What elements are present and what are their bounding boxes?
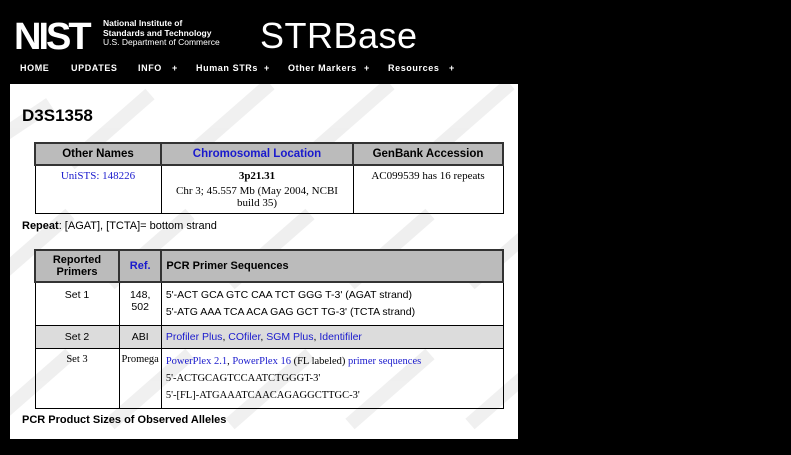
nist-logo[interactable]: NIST (14, 18, 98, 52)
nav-human-strs-plus-icon[interactable]: + (264, 63, 270, 73)
set1-ref: 148, 502 (118, 281, 162, 326)
location-detail: Chr 3; 45.557 Mb (May 2004, NCBI build 3… (176, 185, 338, 209)
other-names-cell: UniSTS: 148226 (34, 164, 162, 214)
nav-updates[interactable]: UPDATES (71, 63, 118, 73)
agency-line-3: U.S. Department of Commerce (103, 37, 220, 47)
repeat-line: Repeat: [AGAT], [TCTA]= bottom strand (22, 220, 217, 232)
primers-table: Reported Primers Ref. PCR Primer Sequenc… (34, 249, 504, 409)
set3-sequences: PowerPlex 2.1, PowerPlex 16 (FL labeled)… (160, 348, 504, 409)
nav-resources-plus-icon[interactable]: + (449, 63, 455, 73)
main-content: D3S1358 Other Names Chromosomal Location… (10, 84, 518, 439)
set2-kits: Profiler Plus, COfiler, SGM Plus, Identi… (160, 325, 504, 349)
set1-seq-2: 5'-ATG AAA TCA ACA GAG GCT TG-3' (TCTA s… (165, 306, 416, 318)
site-title[interactable]: STRBase (260, 15, 418, 57)
unists-link[interactable]: UniSTS: 148226 (61, 170, 135, 182)
nav-resources[interactable]: Resources (388, 63, 439, 73)
set3-seq-1: 5'-ACTGCAGTCCAATCTGGGT-3' (165, 373, 321, 384)
header-reported-primers: Reported Primers (34, 249, 120, 283)
nav-other-markers-plus-icon[interactable]: + (364, 63, 370, 73)
set1-name: Set 1 (34, 281, 120, 326)
header-genbank-accession: GenBank Accession (352, 142, 504, 166)
powerplex-21-link[interactable]: PowerPlex 2.1 (166, 356, 227, 367)
svg-text:NIST: NIST (14, 18, 91, 52)
set1-seq-1: 5'-ACT GCA GTC CAA TCT GGG T-3' (AGAT st… (165, 289, 412, 301)
set3-name: Set 3 (34, 348, 120, 409)
genbank-cell: AC099539 has 16 repeats (352, 164, 504, 214)
repeat-text: : [AGAT], [TCTA]= bottom strand (58, 220, 217, 232)
repeat-label: Repeat (22, 220, 59, 232)
header-other-names: Other Names (34, 142, 162, 166)
nav-info-plus-icon[interactable]: + (172, 63, 178, 73)
set2-ref: ABI (118, 325, 162, 349)
powerplex-16-link[interactable]: PowerPlex 16 (232, 356, 291, 367)
header-chromosomal-location[interactable]: Chromosomal Location (160, 142, 354, 166)
site-header: NIST National Institute of Standards and… (0, 0, 791, 92)
nav-human-strs[interactable]: Human STRs (196, 63, 258, 73)
primer-sequences-link[interactable]: primer sequences (348, 356, 421, 367)
fl-labeled-text: (FL labeled) (293, 356, 346, 367)
location-cell: 3p21.31 Chr 3; 45.557 Mb (May 2004, NCBI… (160, 164, 354, 214)
sgm-plus-link[interactable]: SGM Plus (266, 331, 313, 343)
header-ref-link[interactable]: Ref. (117, 249, 163, 283)
cofiler-link[interactable]: COfiler (228, 331, 260, 343)
overview-table: Other Names Chromosomal Location GenBank… (34, 142, 504, 214)
section-heading: PCR Product Sizes of Observed Alleles (22, 414, 227, 426)
header-pcr-primer-sequences: PCR Primer Sequences (160, 249, 504, 283)
profiler-plus-link[interactable]: Profiler Plus (166, 331, 223, 343)
set3-ref: Promega (118, 348, 162, 409)
set3-line-1: PowerPlex 2.1, PowerPlex 16 (FL labeled)… (165, 356, 422, 367)
set3-seq-2: 5'-[FL]-ATGAAATCAACAGAGGCTTGC-3' (165, 390, 360, 401)
identifiler-link[interactable]: Identifiler (319, 331, 362, 343)
set1-sequences: 5'-ACT GCA GTC CAA TCT GGG T-3' (AGAT st… (160, 281, 504, 326)
nav-info[interactable]: INFO (138, 63, 162, 73)
page-title: D3S1358 (22, 106, 93, 125)
nav-other-markers[interactable]: Other Markers (288, 63, 357, 73)
set2-name: Set 2 (34, 325, 120, 349)
nav-home[interactable]: HOME (20, 63, 49, 73)
location-band: 3p21.31 (238, 170, 276, 182)
agency-name: National Institute of Standards and Tech… (103, 18, 220, 48)
